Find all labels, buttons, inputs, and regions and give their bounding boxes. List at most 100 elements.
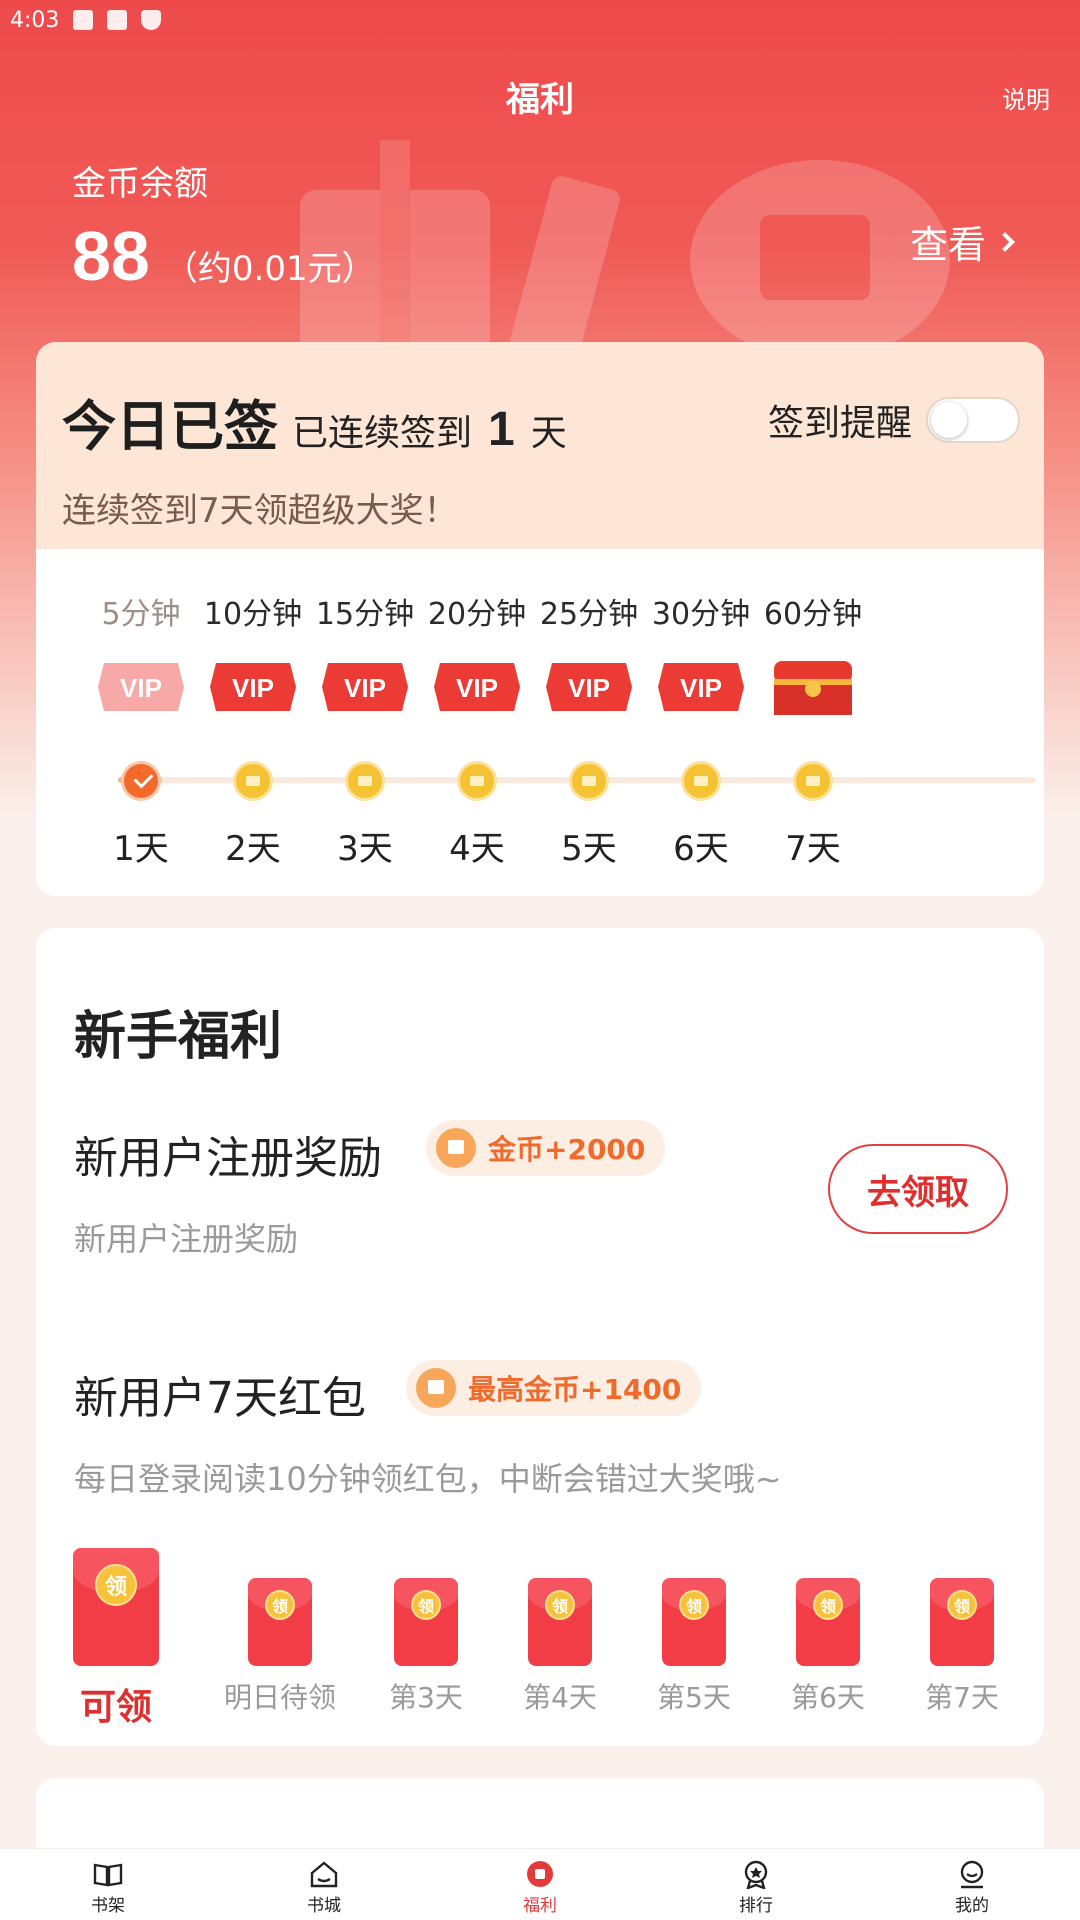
coin-icon <box>569 761 609 801</box>
coin-balance-value: 88 <box>72 217 150 295</box>
nav-label: 我的 <box>955 1896 989 1916</box>
sign-day-label: 4天 <box>449 829 505 869</box>
red-envelope-icon: 领 <box>796 1578 860 1666</box>
welfare-icon <box>527 1861 553 1887</box>
envelope-coin-icon: 领 <box>95 1564 137 1606</box>
coin-icon <box>436 1128 476 1168</box>
profile-icon <box>960 1860 984 1889</box>
coin-icon <box>457 761 497 801</box>
sign-day-duration: 5分钟 <box>101 597 181 632</box>
vip-badge-icon: VIP <box>322 663 408 711</box>
coin-icon <box>233 761 273 801</box>
claim-button[interactable]: 去领取 <box>828 1144 1008 1234</box>
bottom-nav: 书架 书城 福利 排行 我的 <box>0 1848 1080 1920</box>
toggle-knob <box>931 402 967 438</box>
sign-streak-unit: 天 <box>530 413 567 454</box>
red-envelope-label: 第5天 <box>657 1681 731 1714</box>
svg-text:VIP: VIP <box>568 673 610 703</box>
red-envelope-label: 第4天 <box>523 1681 597 1714</box>
sign-today-status: 今日已签 <box>62 395 278 458</box>
red-envelope-label: 可领 <box>79 1687 152 1728</box>
shield-icon <box>141 10 162 30</box>
gallery-icon <box>73 10 94 30</box>
red-envelope-icon: 领 <box>528 1578 592 1666</box>
coin-balance: 88 （约0.01元） <box>72 216 376 296</box>
vip-badge-icon: VIP <box>434 663 520 711</box>
sign-day-label: 2天 <box>225 829 281 869</box>
sign-day-label: 3天 <box>337 829 393 869</box>
vip-badge-icon: VIP <box>210 663 296 711</box>
sign-streak-days: 1 <box>488 403 515 456</box>
bookstore-icon <box>310 1861 338 1888</box>
ranking-icon <box>744 1860 768 1889</box>
sign-in-card: 今日已签 已连续签到 1 天 连续签到7天领超级大奖！ 签到提醒 5分钟 VIP 1… <box>36 342 1044 896</box>
task-7day-badge: 最高金币+1400 <box>406 1360 702 1416</box>
sign-subtitle: 连续签到7天领超级大奖！ <box>62 491 458 531</box>
sign-streak-prefix: 已连续签到 <box>292 413 473 454</box>
task-register-title: 新用户注册奖励 <box>74 1133 382 1184</box>
svg-text:VIP: VIP <box>680 673 722 703</box>
task-7day-desc: 每日登录阅读10分钟领红包，中断会错过大奖哦~ <box>74 1460 782 1498</box>
sign-day-duration: 30分钟 <box>651 597 751 632</box>
red-envelope-label: 明日待领 <box>223 1681 336 1714</box>
red-envelope-icon: 领 <box>930 1578 994 1666</box>
task-register-desc: 新用户注册奖励 <box>74 1220 299 1258</box>
vip-badge-icon: VIP <box>546 663 632 711</box>
view-balance-button[interactable]: 查看 <box>909 214 1015 269</box>
nav-item-2[interactable]: 福利 <box>432 1849 648 1920</box>
coin-icon <box>793 761 833 801</box>
sign-day-label: 6天 <box>673 829 729 869</box>
red-envelope-label: 第6天 <box>791 1681 865 1714</box>
red-envelope-label: 第7天 <box>925 1681 999 1714</box>
nav-label: 书架 <box>91 1896 125 1916</box>
svg-text:VIP: VIP <box>456 673 498 703</box>
red-envelope-icon: 领 <box>73 1548 159 1666</box>
sign-day-label: 1天 <box>113 829 169 869</box>
sign-reminder-label: 签到提醒 <box>767 403 912 444</box>
sign-reminder-toggle[interactable] <box>926 397 1020 443</box>
sign-day-duration: 20分钟 <box>427 597 527 632</box>
envelope-coin-icon: 领 <box>265 1590 295 1620</box>
app-a-icon <box>107 10 128 30</box>
coin-balance-approx: （约0.01元） <box>163 249 376 289</box>
page-title: 福利 <box>506 80 574 120</box>
envelope-coin-icon: 领 <box>813 1590 843 1620</box>
status-time: 4:03 <box>10 7 60 33</box>
nav-item-1[interactable]: 书城 <box>216 1849 432 1920</box>
treasure-chest-icon <box>774 661 852 715</box>
envelope-coin-icon: 领 <box>411 1590 441 1620</box>
sign-day-duration: 60分钟 <box>763 597 863 632</box>
checkmark-icon <box>121 761 161 801</box>
task-7day-badge-label: 最高金币+1400 <box>468 1373 682 1406</box>
red-envelope-icon: 领 <box>394 1578 458 1666</box>
coin-icon <box>681 761 721 801</box>
sign-day-duration: 15分钟 <box>315 597 415 632</box>
nav-label: 福利 <box>523 1896 557 1916</box>
task-register-badge: 金币+2000 <box>426 1120 666 1176</box>
red-envelope-row: 领可领 领明日待领 领第3天 领第4天 领第5天 领第6天 领第7天 <box>36 1548 1044 1728</box>
view-balance-label: 查看 <box>909 223 986 267</box>
newbie-welfare-card: 新手福利 新用户注册奖励 金币+2000 新用户注册奖励 去领取 新用户7天红包… <box>36 928 1044 1746</box>
red-envelope-icon: 领 <box>248 1578 312 1666</box>
svg-text:VIP: VIP <box>344 673 386 703</box>
envelope-coin-icon: 领 <box>545 1590 575 1620</box>
status-bar: 4:03 <box>0 0 1080 40</box>
vip-badge-icon: VIP <box>658 663 744 711</box>
sign-day-duration: 10分钟 <box>203 597 303 632</box>
coin-balance-label: 金币余额 <box>72 164 208 204</box>
sign-reminder: 签到提醒 <box>768 394 1020 446</box>
explain-link[interactable]: 说明 <box>1002 80 1050 115</box>
envelope-coin-icon: 领 <box>679 1590 709 1620</box>
sign-in-header: 今日已签 已连续签到 1 天 连续签到7天领超级大奖！ 签到提醒 <box>36 342 1044 549</box>
nav-item-3[interactable]: 排行 <box>648 1849 864 1920</box>
chevron-right-icon <box>995 231 1015 252</box>
sign-day-duration: 25分钟 <box>539 597 639 632</box>
red-envelope-icon: 领 <box>662 1578 726 1666</box>
vip-badge-icon: VIP <box>98 663 184 711</box>
bookshelf-icon <box>93 1863 123 1887</box>
nav-item-0[interactable]: 书架 <box>0 1849 216 1920</box>
envelope-coin-icon: 领 <box>947 1590 977 1620</box>
coin-icon <box>416 1368 456 1408</box>
nav-item-4[interactable]: 我的 <box>864 1849 1080 1920</box>
coin-icon <box>345 761 385 801</box>
